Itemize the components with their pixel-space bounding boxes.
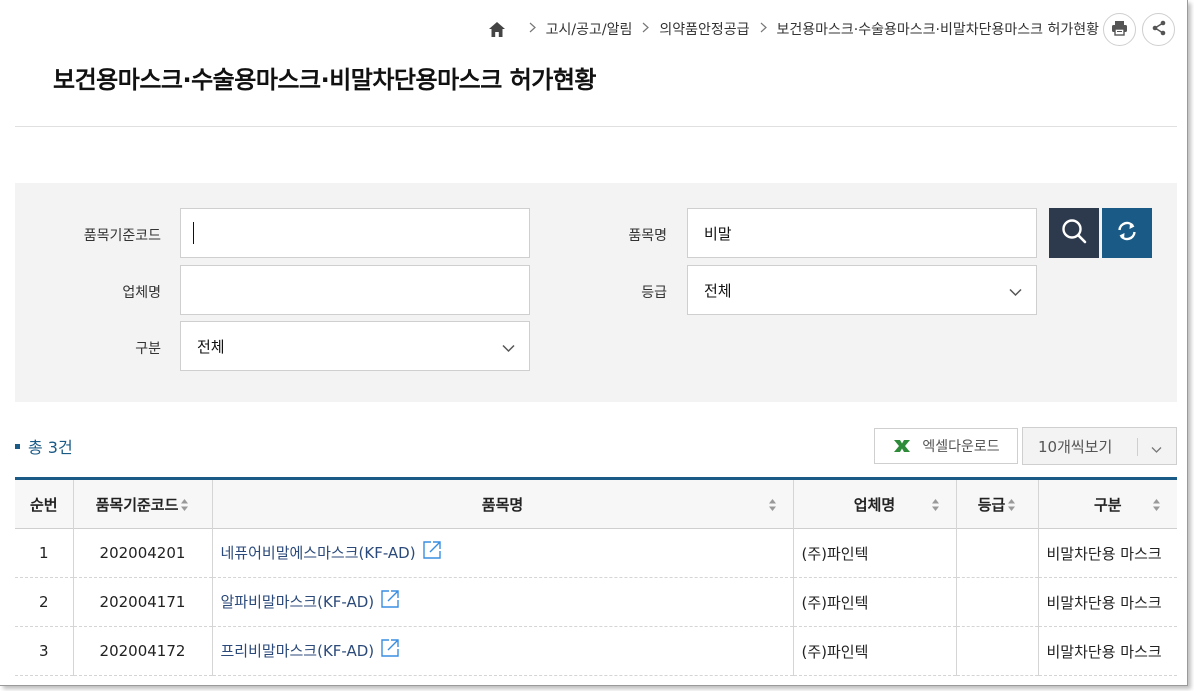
chevron-right-icon <box>642 22 650 36</box>
category-select[interactable]: 전체 <box>180 321 530 371</box>
product-name-link[interactable]: 프리비말마스크(KF-AD) <box>221 642 375 660</box>
company-label: 업체명 <box>122 285 161 301</box>
title-divider <box>15 126 1177 127</box>
column-header-label: 등급 <box>977 495 1006 514</box>
item-code-input[interactable] <box>180 208 530 258</box>
search-panel: 품목기준코드 품목명 비말 업체명 등급 전체 구분 전체 <box>15 183 1177 402</box>
cell-code: 202004172 <box>72 626 212 676</box>
external-link-icon[interactable] <box>380 638 400 662</box>
table-header-row: 순번 품목기준코드 품목명 업체명 등급 구분 <box>15 478 1177 529</box>
column-header-label: 업체명 <box>853 495 896 514</box>
column-header-company[interactable]: 업체명 <box>792 478 956 529</box>
column-header-grade[interactable]: 등급 <box>955 478 1038 529</box>
cell-grade <box>955 528 1038 578</box>
breadcrumb: 고시/공고/알림 의약품안정공급 보건용마스크·수술용마스크·비말차단용마스크 … <box>487 14 1099 44</box>
cell-company: (주)파인텍 <box>792 626 956 676</box>
excel-download-button[interactable]: 엑셀다운로드 <box>874 428 1018 464</box>
column-header-label: 구분 <box>1093 495 1122 514</box>
item-name-value: 비말 <box>704 224 732 243</box>
per-page-value: 10개씩보기 <box>1038 437 1113 456</box>
external-link-icon[interactable] <box>380 589 400 613</box>
chevron-right-icon <box>760 22 767 36</box>
result-count-text: 총 3건 <box>28 438 73 457</box>
chevron-right-icon <box>529 22 536 36</box>
sort-icon[interactable] <box>1152 498 1161 512</box>
cell-name: 네퓨어비말에스마스크(KF-AD) <box>211 528 793 578</box>
category-selected-value: 전체 <box>197 337 225 356</box>
print-button[interactable] <box>1103 13 1136 46</box>
cell-no: 2 <box>38 593 49 611</box>
column-header-category[interactable]: 구분 <box>1037 478 1177 529</box>
print-icon <box>1111 20 1128 40</box>
share-button[interactable] <box>1142 13 1175 46</box>
cell-no: 1 <box>38 544 49 562</box>
grade-selected-value: 전체 <box>704 281 732 300</box>
table-row: 2 202004171 알파비말마스크(KF-AD) (주)파인텍 비말차단용 … <box>15 577 1177 627</box>
page-title: 보건용마스크·수술용마스크·비말차단용마스크 허가현황 <box>53 66 597 94</box>
excel-icon <box>892 439 912 453</box>
table-row: 3 202004172 프리비말마스크(KF-AD) (주)파인텍 비말차단용 … <box>15 626 1177 676</box>
chevron-down-icon <box>1009 283 1022 301</box>
cell-category: 비말차단용 마스크 <box>1037 626 1177 676</box>
chevron-down-icon <box>502 339 515 357</box>
page-frame: 고시/공고/알림 의약품안정공급 보건용마스크·수술용마스크·비말차단용마스크 … <box>0 0 1188 686</box>
select-divider <box>1137 438 1138 456</box>
grade-select[interactable]: 전체 <box>687 265 1037 315</box>
product-name-link[interactable]: 네퓨어비말에스마스크(KF-AD) <box>221 544 416 562</box>
sort-icon[interactable] <box>931 498 940 512</box>
chevron-down-icon <box>1151 440 1162 458</box>
share-icon <box>1151 20 1167 40</box>
cell-category: 비말차단용 마스크 <box>1037 528 1177 578</box>
category-label: 구분 <box>135 341 161 357</box>
column-header-name[interactable]: 품목명 <box>211 478 793 529</box>
company-input[interactable] <box>180 265 530 315</box>
results-table: 순번 품목기준코드 품목명 업체명 등급 구분 1 202004201 네퓨어비… <box>15 477 1177 676</box>
column-header-label: 품목명 <box>481 495 524 514</box>
cell-category: 비말차단용 마스크 <box>1037 577 1177 627</box>
item-code-label: 품목기준코드 <box>83 228 161 244</box>
sort-icon[interactable] <box>768 498 777 512</box>
result-count: 총 3건 <box>15 434 73 458</box>
column-header-label: 순번 <box>29 495 58 514</box>
search-button[interactable] <box>1049 208 1099 258</box>
cell-code: 202004171 <box>72 577 212 627</box>
breadcrumb-item-supply[interactable]: 의약품안정공급 <box>659 19 749 39</box>
sort-icon[interactable] <box>1007 498 1016 512</box>
cell-name: 프리비말마스크(KF-AD) <box>211 626 793 676</box>
cell-company: (주)파인텍 <box>792 577 956 627</box>
bullet-icon <box>15 443 20 449</box>
text-caret <box>193 222 194 244</box>
item-name-label: 품목명 <box>628 228 667 244</box>
per-page-select[interactable]: 10개씩보기 <box>1022 427 1177 465</box>
refresh-icon <box>1115 219 1139 247</box>
breadcrumb-item-current[interactable]: 보건용마스크·수술용마스크·비말차단용마스크 허가현황 <box>777 19 1099 39</box>
cell-grade <box>955 626 1038 676</box>
excel-download-label: 엑셀다운로드 <box>922 439 1000 455</box>
breadcrumb-item-notice[interactable]: 고시/공고/알림 <box>546 19 633 39</box>
table-row: 1 202004201 네퓨어비말에스마스크(KF-AD) (주)파인텍 비말차… <box>15 528 1177 578</box>
cell-no: 3 <box>38 642 49 660</box>
column-header-label: 품목기준코드 <box>95 495 179 514</box>
column-header-code[interactable]: 품목기준코드 <box>72 478 212 529</box>
cell-company: (주)파인텍 <box>792 528 956 578</box>
external-link-icon[interactable] <box>422 540 442 564</box>
home-icon[interactable] <box>487 19 507 39</box>
cell-name: 알파비말마스크(KF-AD) <box>211 577 793 627</box>
cell-grade <box>955 577 1038 627</box>
cell-code: 202004201 <box>72 528 212 578</box>
product-name-link[interactable]: 알파비말마스크(KF-AD) <box>221 593 375 611</box>
sort-icon[interactable] <box>180 498 189 512</box>
search-icon <box>1061 218 1087 248</box>
item-name-input[interactable]: 비말 <box>687 208 1037 258</box>
reset-button[interactable] <box>1102 208 1152 258</box>
column-header-no: 순번 <box>15 479 73 529</box>
grade-label: 등급 <box>641 285 667 301</box>
